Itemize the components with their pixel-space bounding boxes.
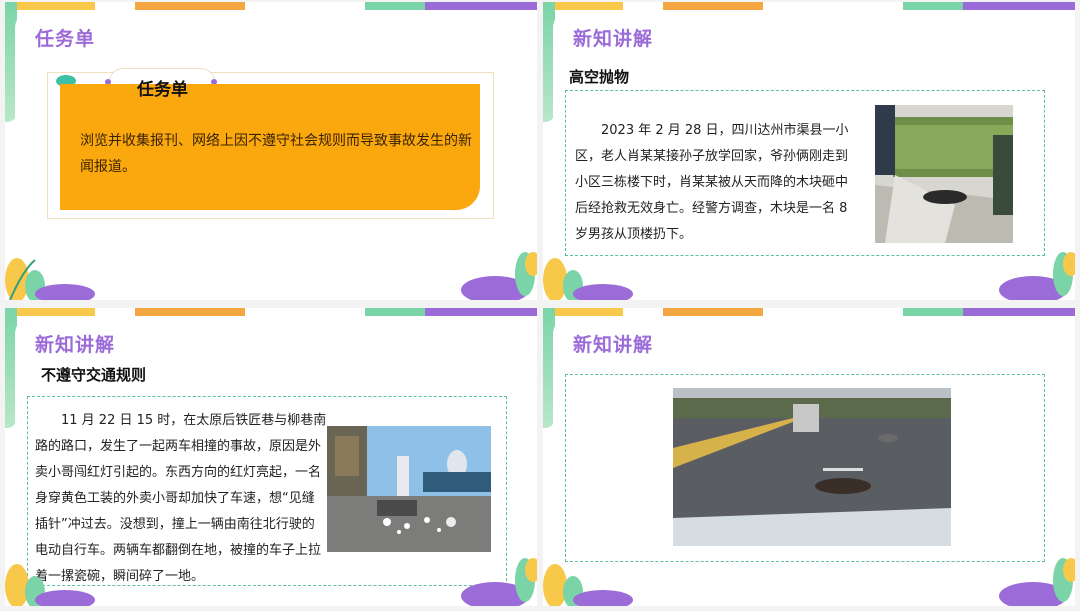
top-color-bar: [5, 308, 537, 316]
task-card-text: 浏览并收集报刊、网络上因不遵守社会规则而导致事故发生的新闻报道。: [80, 133, 472, 175]
slide-task-sheet: 任务单 任务单 浏览并收集报刊、网络上因不遵守社会规则而导致事故发生的新闻报道。: [5, 2, 537, 300]
top-color-bar: [543, 308, 1075, 316]
leaf-decoration-right: [999, 558, 1075, 606]
leaf-decoration-left: [543, 258, 633, 300]
story-text: 2023 年 2 月 28 日，四川达州市渠县一小区，老人肖某某接孙子放学回家，…: [575, 123, 849, 242]
slide-high-altitude-throwing: 新知讲解 高空抛物 2023 年 2 月 28 日，四川达州市渠县一小区，老人肖…: [543, 2, 1075, 300]
slide-heading: 新知讲解: [573, 334, 654, 356]
slide-traffic-rules: 新知讲解 不遵守交通规则 11 月 22 日 15 时，在太原后铁匠巷与柳巷南路…: [5, 308, 537, 606]
leaf-decoration-left: [5, 564, 95, 606]
topic-title: 高空抛物: [569, 68, 630, 86]
leaf-decoration-right: [461, 252, 537, 300]
leaf-decoration-left: [5, 258, 95, 300]
news-photo-accident-scene: [875, 105, 1013, 243]
leaf-decoration-right: [461, 558, 537, 606]
slide-road-accident-photo: 新知讲解: [543, 308, 1075, 606]
news-photo-road-accident: [673, 388, 951, 546]
top-color-bar: [5, 2, 537, 10]
leaf-decoration-right: [999, 252, 1075, 300]
task-card-title: 任务单: [137, 80, 188, 100]
topic-title: 不遵守交通规则: [41, 366, 147, 384]
leaf-decoration-left: [543, 564, 633, 606]
slide-heading: 新知讲解: [573, 28, 654, 50]
slide-heading: 新知讲解: [35, 334, 116, 356]
news-photo-traffic-collision: [327, 426, 491, 552]
top-color-bar: [543, 2, 1075, 10]
slide-heading: 任务单: [35, 28, 96, 50]
